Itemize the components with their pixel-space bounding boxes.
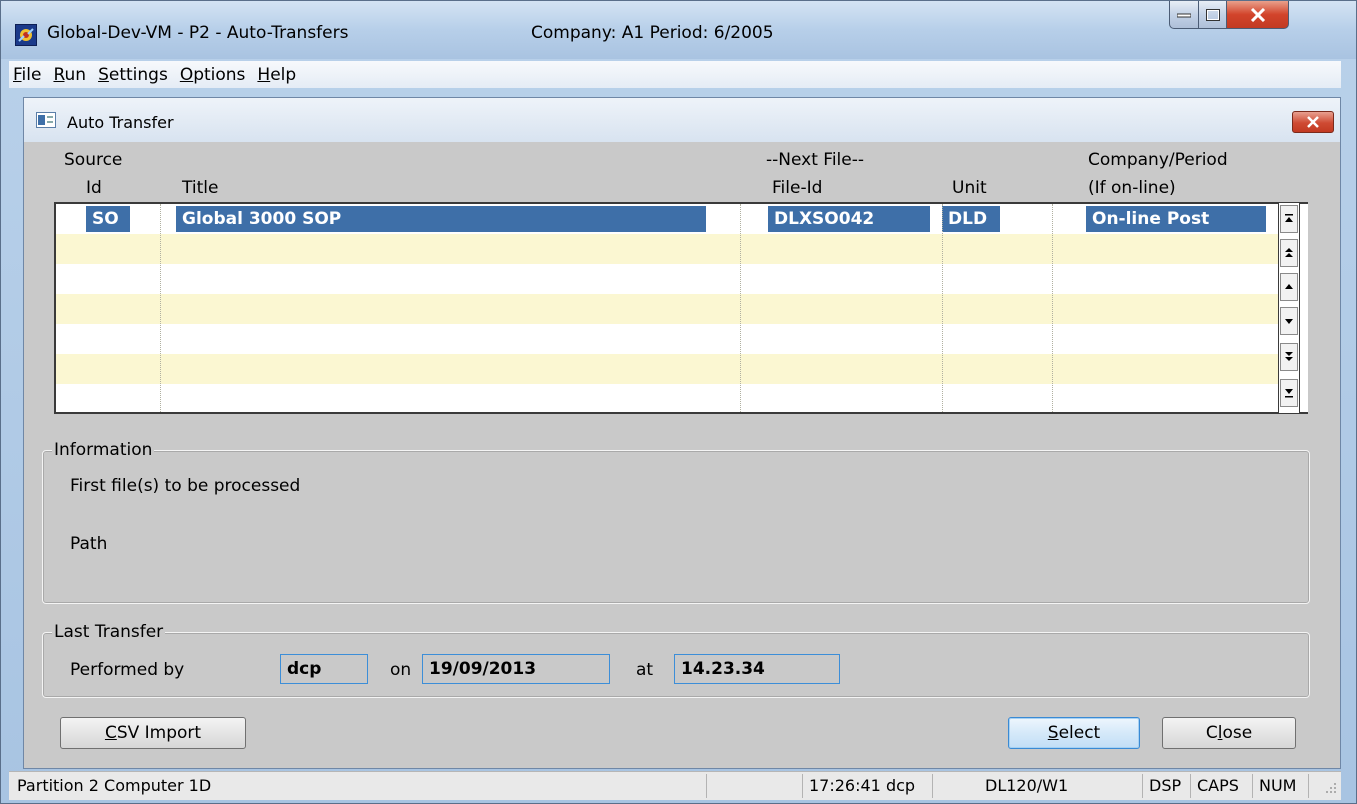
header-id: Id — [86, 178, 102, 198]
title-bar[interactable]: Global-Dev-VM - P2 - Auto-Transfers Comp… — [1, 1, 1356, 59]
status-dsp: DSP — [1143, 774, 1191, 798]
status-bar: Partition 2 Computer 1D 17:26:41 dcp DL1… — [9, 771, 1341, 800]
time-field: 14.23.34 — [674, 654, 840, 684]
path-label: Path — [70, 534, 108, 554]
page-up-icon — [1285, 248, 1293, 257]
column-divider — [1052, 204, 1053, 412]
minimize-icon — [1177, 13, 1191, 17]
last-transfer-label: Last Transfer — [52, 622, 166, 642]
close-icon — [1250, 7, 1265, 22]
column-divider — [740, 204, 741, 412]
header-company-period: Company/Period — [1088, 150, 1228, 170]
column-divider — [942, 204, 943, 412]
information-label: Information — [52, 440, 155, 460]
csv-import-button[interactable]: C SV Import — [60, 717, 246, 749]
cell-title[interactable]: Global 3000 SOP — [176, 206, 706, 232]
header-file-id: File-Id — [772, 178, 823, 198]
window-close-button[interactable] — [1227, 1, 1289, 29]
menu-bar: File Run Settings Options Help — [9, 61, 1341, 88]
dialog-close-button[interactable] — [1292, 111, 1334, 133]
scroll-top-button[interactable] — [1280, 205, 1298, 233]
grid-scrollbar[interactable] — [1278, 202, 1300, 414]
close-icon — [1307, 116, 1319, 128]
performed-by-field: dcp — [280, 654, 368, 684]
scroll-page-down-button[interactable] — [1280, 343, 1298, 371]
table-row[interactable]: SO Global 3000 SOP DLXSO042 DLD On-line … — [56, 204, 1286, 235]
dialog-title: Auto Transfer — [67, 113, 174, 132]
first-files-label: First file(s) to be processed — [70, 476, 301, 496]
arrow-down-icon — [1285, 319, 1293, 324]
dialog-title-bar[interactable]: Auto Transfer — [24, 98, 1340, 142]
application-window: Global-Dev-VM - P2 - Auto-Transfers Comp… — [0, 0, 1357, 804]
status-spacer-pane — [601, 774, 707, 798]
column-divider — [160, 204, 161, 412]
table-row[interactable] — [56, 294, 1286, 325]
date-field: 19/09/2013 — [422, 654, 610, 684]
resize-grip-icon[interactable] — [1325, 782, 1337, 794]
window-title: Global-Dev-VM - P2 - Auto-Transfers — [47, 23, 349, 43]
table-row[interactable] — [56, 324, 1286, 355]
status-partition: Partition 2 Computer 1D — [17, 776, 212, 795]
header-unit: Unit — [952, 178, 987, 198]
scroll-up-button[interactable] — [1280, 273, 1298, 301]
menu-run[interactable]: Run — [47, 65, 92, 85]
header-source: Source — [64, 150, 123, 170]
table-row[interactable] — [56, 264, 1286, 295]
on-label: on — [390, 660, 412, 680]
performed-by-label: Performed by — [70, 660, 185, 680]
form-icon — [36, 112, 56, 128]
company-period-indicator: Company: A1 Period: 6/2005 — [531, 23, 774, 43]
header-if-online: (If on-line) — [1088, 178, 1176, 198]
menu-settings[interactable]: Settings — [92, 65, 174, 85]
menu-help[interactable]: Help — [251, 65, 302, 85]
status-num: NUM — [1253, 774, 1309, 798]
maximize-button[interactable] — [1199, 1, 1227, 29]
table-row[interactable] — [56, 384, 1286, 412]
status-spacer-pane — [707, 774, 803, 798]
scroll-bottom-button[interactable] — [1280, 379, 1298, 407]
page-down-icon — [1285, 352, 1293, 361]
scroll-last-icon — [1285, 389, 1293, 398]
scroll-page-up-button[interactable] — [1280, 239, 1298, 267]
minimize-button[interactable] — [1169, 1, 1199, 29]
menu-options[interactable]: Options — [174, 65, 252, 85]
cell-file-id[interactable]: DLXSO042 — [768, 206, 930, 232]
cell-unit[interactable]: DLD — [942, 206, 1000, 232]
header-title: Title — [182, 178, 219, 198]
scroll-first-icon — [1285, 214, 1293, 222]
app-icon[interactable] — [15, 24, 37, 46]
menu-file[interactable]: File — [9, 65, 47, 85]
arrow-up-icon — [1285, 284, 1293, 289]
select-button[interactable]: Select — [1008, 717, 1140, 749]
table-row[interactable] — [56, 354, 1286, 385]
close-button[interactable]: Cl ose — [1162, 717, 1296, 749]
status-caps: CAPS — [1191, 774, 1253, 798]
at-label: at — [636, 660, 654, 680]
header-next-file: --Next File-- — [766, 150, 864, 170]
auto-transfer-dialog: Auto Transfer Source Id Title --Next Fil… — [23, 97, 1341, 769]
table-row[interactable] — [56, 234, 1286, 265]
scroll-down-button[interactable] — [1280, 307, 1298, 335]
transfer-grid[interactable]: SO Global 3000 SOP DLXSO042 DLD On-line … — [54, 202, 1308, 414]
cell-company-period[interactable]: On-line Post — [1086, 206, 1266, 232]
cell-id[interactable]: SO — [86, 206, 130, 232]
status-time-user: 17:26:41 dcp — [803, 774, 933, 798]
information-group — [42, 450, 1310, 604]
maximize-icon — [1205, 8, 1220, 21]
status-terminal: DL120/W1 — [933, 774, 1143, 798]
